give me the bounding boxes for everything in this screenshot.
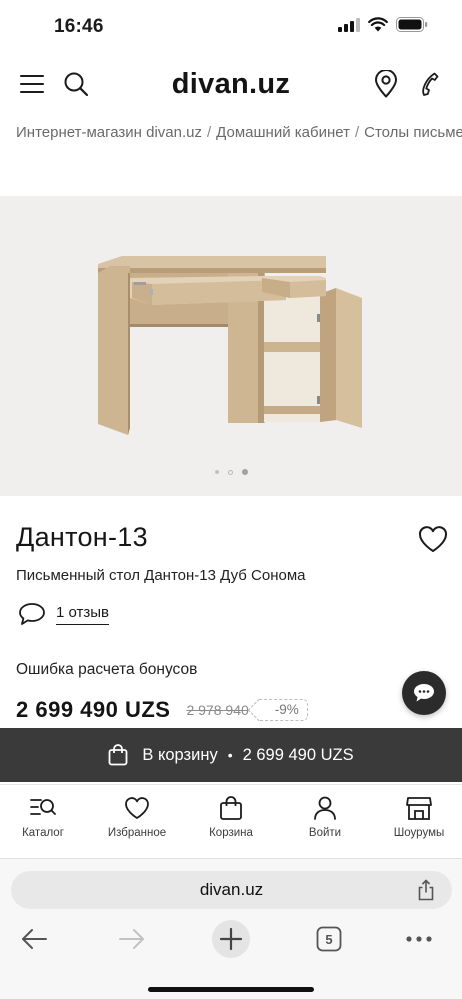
gallery-pagination	[0, 469, 462, 475]
add-to-favorites-button[interactable]	[417, 524, 449, 554]
product-image-desk	[98, 256, 362, 435]
tab-favorites-label: Избранное	[107, 827, 167, 839]
home-indicator	[148, 987, 314, 992]
price-row: 2 699 490 UZS 2 978 940 -9%	[16, 697, 308, 723]
add-to-cart-bar[interactable]: В корзину • 2 699 490 UZS	[0, 728, 462, 782]
site-header: divan.uz	[0, 60, 462, 110]
address-bar[interactable]: divan.uz	[11, 871, 452, 909]
gallery-dot[interactable]	[214, 470, 219, 474]
heart-outline-icon	[419, 526, 447, 552]
location-button[interactable]	[370, 68, 402, 100]
browser-new-tab-button[interactable]	[209, 919, 253, 959]
browser-toolbar: divan.uz 5	[0, 858, 462, 999]
chat-button[interactable]	[402, 671, 446, 715]
speech-bubble-icon	[19, 603, 45, 625]
status-time: 16:46	[54, 16, 104, 37]
browser-tabs-button[interactable]: 5	[307, 919, 351, 959]
chat-bubble-icon	[414, 684, 434, 702]
breadcrumb: Интернет-магазин divan.uz / Домашний кабин…	[16, 124, 462, 141]
address-bar-url: divan.uz	[199, 880, 264, 899]
tab-catalog-label: Каталог	[22, 827, 64, 839]
status-icons	[338, 17, 428, 32]
shopping-bag-icon	[220, 796, 242, 820]
share-icon[interactable]	[416, 879, 436, 901]
add-to-cart-price: 2 699 490 UZS	[242, 745, 354, 764]
tab-showrooms[interactable]: Шоурумы	[374, 795, 462, 839]
gallery-dot-active[interactable]	[241, 469, 248, 475]
user-icon	[314, 796, 336, 820]
browser-forward-button[interactable]	[110, 919, 154, 959]
discount-tag: -9%	[258, 699, 308, 721]
tab-cart[interactable]: Корзина	[186, 795, 276, 839]
breadcrumb-item-desks[interactable]: Столы письменные	[364, 124, 462, 141]
product-subtitle: Письменный стол Дантон-13 Дуб Сонома	[16, 567, 306, 584]
phone-icon	[422, 72, 439, 96]
old-price: 2 978 940	[186, 702, 249, 718]
heart-icon	[125, 797, 149, 819]
phone-button[interactable]	[414, 68, 446, 100]
tab-cart-label: Корзина	[209, 827, 253, 839]
breadcrumb-separator: /	[354, 124, 360, 141]
product-gallery[interactable]	[0, 196, 462, 496]
arrow-left-icon	[22, 929, 47, 949]
tab-login[interactable]: Войти	[280, 795, 370, 839]
catalog-search-icon	[30, 799, 56, 815]
battery-icon	[396, 17, 428, 32]
breadcrumb-separator: /	[207, 124, 212, 141]
plus-icon	[212, 920, 250, 958]
browser-back-button[interactable]	[12, 919, 56, 959]
location-pin-icon	[375, 70, 397, 98]
breadcrumb-item-shop[interactable]: Интернет-магазин divan.uz	[16, 124, 202, 141]
tab-favorites[interactable]: Избранное	[92, 795, 182, 839]
tab-catalog[interactable]: Каталог	[0, 795, 88, 839]
reviews-row[interactable]: 1 отзыв	[18, 602, 110, 626]
tabs-count: 5	[325, 931, 333, 947]
wifi-icon	[368, 17, 388, 32]
cart-bar-bullet: •	[227, 747, 233, 763]
cellular-signal-icon	[338, 17, 360, 32]
add-to-cart-label: В корзину	[142, 745, 218, 764]
tab-login-label: Войти	[308, 827, 342, 839]
arrow-right-icon	[119, 929, 144, 949]
browser-more-button[interactable]	[397, 919, 441, 959]
reviews-link[interactable]: 1 отзыв	[56, 604, 110, 625]
gallery-dot[interactable]	[227, 469, 233, 475]
breadcrumb-item-home-office[interactable]: Домашний кабинет	[216, 124, 350, 141]
shopping-bag-icon	[108, 744, 128, 766]
site-tab-bar: Каталог Избранное Корзина Войти Шоурумы	[0, 784, 462, 858]
product-title: Дантон-13	[16, 522, 148, 552]
bonus-error-text: Ошибка расчета бонусов	[16, 661, 198, 678]
store-icon	[406, 797, 432, 820]
more-dots-icon	[406, 936, 432, 942]
status-bar: 16:46	[0, 0, 462, 54]
current-price: 2 699 490 UZS	[16, 697, 171, 722]
tab-showrooms-label: Шоурумы	[393, 827, 445, 839]
